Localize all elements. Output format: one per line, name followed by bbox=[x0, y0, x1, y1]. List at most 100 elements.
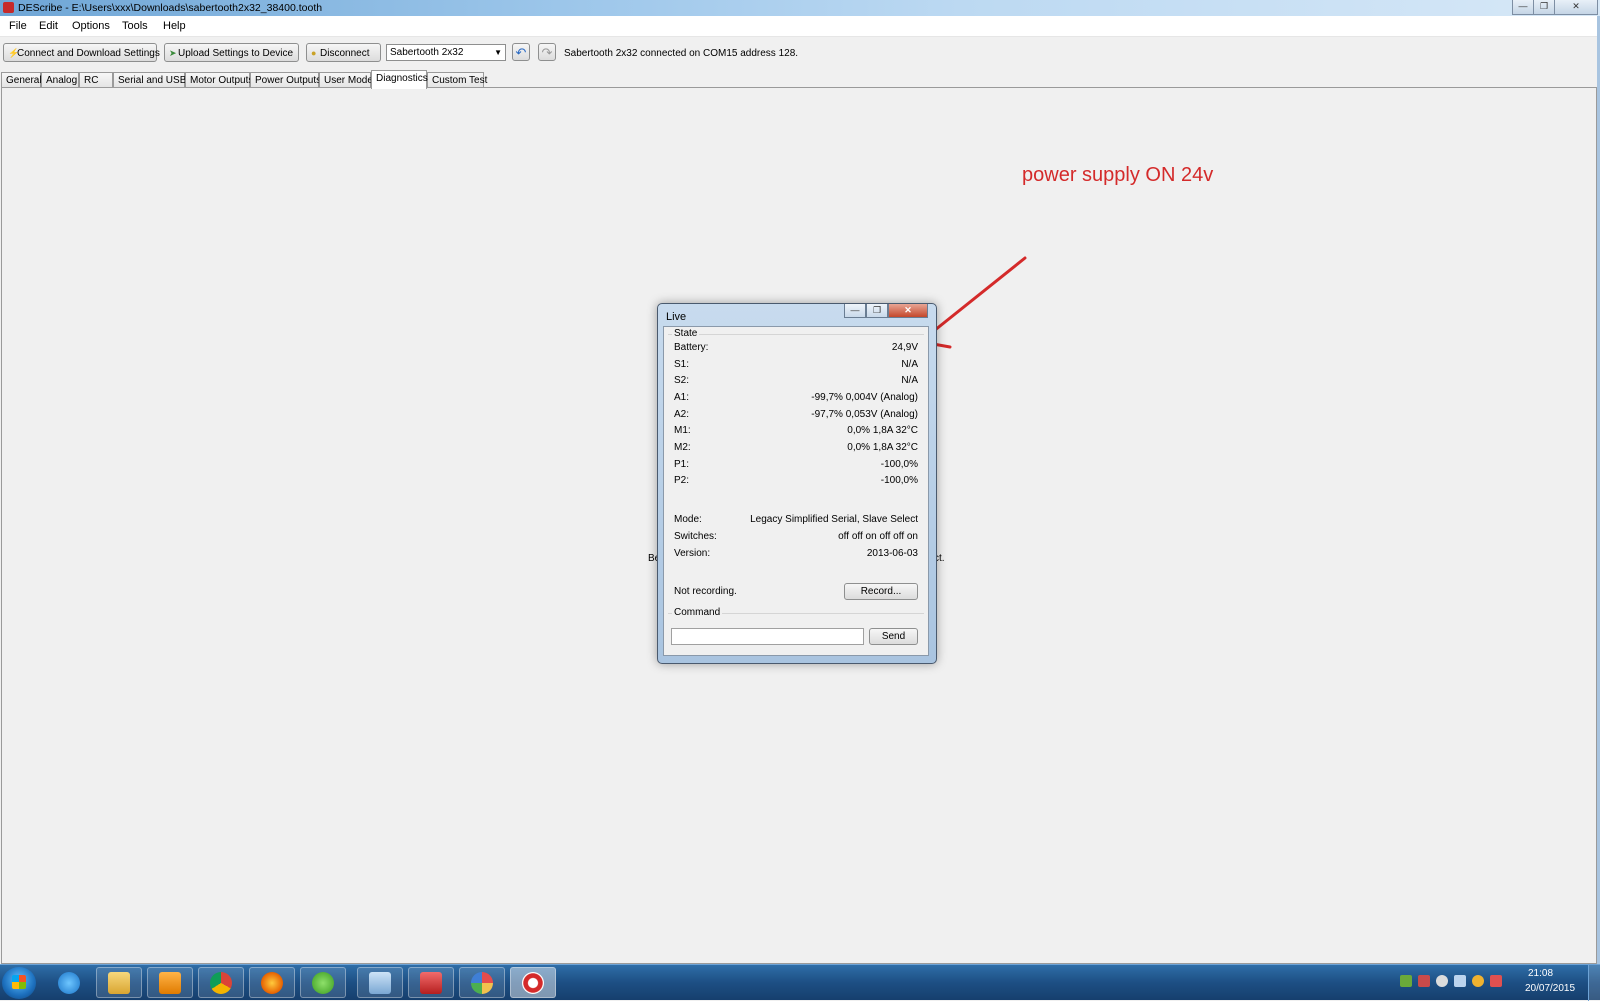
disconnect-icon: ● bbox=[311, 48, 317, 58]
state-group-label: State bbox=[672, 328, 700, 339]
toolbar: ⚡Connect and Download Settings ➤Upload S… bbox=[0, 37, 1600, 69]
s2-label: S2: bbox=[674, 375, 690, 386]
taskbar-app-explorer[interactable] bbox=[96, 967, 142, 998]
taskbar-app-chrome[interactable] bbox=[198, 967, 244, 998]
taskbar-app-toolbox[interactable] bbox=[408, 967, 454, 998]
taskbar-app-media-player[interactable] bbox=[147, 967, 193, 998]
taskbar-app-utorrent[interactable] bbox=[300, 967, 346, 998]
minimize-button[interactable]: — bbox=[1512, 0, 1534, 15]
tab-power-outputs[interactable]: Power Outputs bbox=[250, 72, 321, 88]
volume-icon[interactable] bbox=[1436, 975, 1448, 987]
nvidia-tray-icon[interactable] bbox=[1400, 975, 1412, 987]
upload-settings-button[interactable]: ➤Upload Settings to Device bbox=[164, 43, 299, 62]
live-dialog-title: Live bbox=[666, 311, 687, 323]
folder-icon bbox=[108, 971, 130, 994]
tab-analog[interactable]: Analog bbox=[41, 72, 79, 88]
shield-tray-icon[interactable] bbox=[1418, 975, 1430, 987]
switches-value: off off on off off on bbox=[838, 531, 918, 542]
close-button[interactable]: ✕ bbox=[1554, 0, 1598, 15]
undo-button[interactable]: ↶ bbox=[512, 43, 530, 61]
control-panel-icon bbox=[369, 971, 391, 994]
taskbar-app-paint[interactable] bbox=[459, 967, 505, 998]
version-label: Version: bbox=[674, 548, 711, 559]
update-tray-icon[interactable] bbox=[1472, 975, 1484, 987]
battery-value: 24,9V bbox=[891, 342, 918, 353]
m2-label: M2: bbox=[674, 442, 691, 453]
disconnect-button[interactable]: ● Disconnect bbox=[306, 43, 381, 62]
live-minimize-button[interactable]: — bbox=[844, 304, 866, 318]
windows-logo-icon bbox=[12, 975, 26, 989]
taskbar: 21:08 20/07/2015 bbox=[0, 964, 1600, 1001]
internet-explorer-icon bbox=[58, 971, 80, 994]
start-button[interactable] bbox=[2, 967, 36, 999]
a1-label: A1: bbox=[674, 392, 690, 403]
command-input[interactable] bbox=[671, 628, 864, 645]
live-close-button[interactable]: ✕ bbox=[888, 304, 928, 318]
connect-download-button[interactable]: ⚡Connect and Download Settings bbox=[3, 43, 160, 62]
media-player-icon bbox=[159, 971, 181, 994]
tab-rc[interactable]: RC bbox=[79, 72, 113, 88]
menu-tools[interactable]: Tools bbox=[122, 20, 148, 32]
firefox-icon bbox=[261, 971, 283, 994]
s1-value: N/A bbox=[901, 359, 918, 370]
upload-icon: ➤ bbox=[169, 48, 177, 58]
tab-serial-usb[interactable]: Serial and USB bbox=[113, 72, 186, 88]
app-logo-icon bbox=[3, 2, 14, 13]
m1-value: 0,0% 1,8A 32°C bbox=[847, 425, 918, 436]
tab-diagnostics[interactable]: Diagnostics bbox=[371, 70, 428, 89]
tab-user-mode[interactable]: User Mode bbox=[319, 72, 373, 88]
a2-value: -97,7% 0,053V (Analog) bbox=[811, 409, 918, 420]
live-dialog-body: State Battery: 24,9V S1: N/A S2: N/A A1:… bbox=[663, 326, 929, 656]
window-title-bar: DEScribe - E:\Users\xxx\Downloads\sabert… bbox=[0, 0, 1600, 16]
p2-value: -100,0% bbox=[880, 475, 918, 486]
action-center-flag-icon[interactable] bbox=[1490, 975, 1502, 987]
mode-value: Legacy Simplified Serial, Slave Select bbox=[750, 514, 918, 525]
utorrent-icon bbox=[312, 971, 334, 994]
annotation-text: power supply ON 24v bbox=[1022, 164, 1214, 186]
s1-label: S1: bbox=[674, 359, 690, 370]
record-button[interactable]: Record... bbox=[844, 583, 918, 600]
live-dialog: Live — ❐ ✕ State Battery: 24,9V S1: N/A … bbox=[657, 303, 937, 664]
paint-icon bbox=[471, 971, 493, 994]
clock-date[interactable]: 20/07/2015 bbox=[1525, 983, 1575, 994]
a1-value: -99,7% 0,004V (Analog) bbox=[811, 392, 918, 403]
chevron-down-icon: ▼ bbox=[494, 48, 502, 57]
a2-label: A2: bbox=[674, 409, 690, 420]
recording-status: Not recording. bbox=[674, 586, 737, 597]
device-select[interactable]: Sabertooth 2x32 ▼ bbox=[386, 44, 506, 61]
menu-bar: File Edit Options Tools Help bbox=[0, 16, 1600, 37]
menu-help[interactable]: Help bbox=[163, 20, 186, 32]
system-tray bbox=[1400, 975, 1502, 991]
describe-app-icon bbox=[522, 971, 544, 994]
chrome-icon bbox=[210, 971, 232, 994]
tab-motor-outputs[interactable]: Motor Outputs bbox=[185, 72, 253, 88]
show-desktop-button[interactable] bbox=[1588, 965, 1600, 1001]
taskbar-app-internet-explorer[interactable] bbox=[46, 967, 92, 998]
battery-label: Battery: bbox=[674, 342, 709, 353]
redo-button[interactable]: ↷ bbox=[538, 43, 556, 61]
menu-edit[interactable]: Edit bbox=[39, 20, 58, 32]
connect-icon: ⚡ bbox=[8, 48, 20, 58]
menu-options[interactable]: Options bbox=[72, 20, 110, 32]
window-title: DEScribe - E:\Users\xxx\Downloads\sabert… bbox=[18, 2, 323, 14]
m2-value: 0,0% 1,8A 32°C bbox=[847, 442, 918, 453]
clock-time[interactable]: 21:08 bbox=[1528, 968, 1553, 979]
tab-custom-test[interactable]: Custom Test bbox=[427, 72, 487, 88]
network-icon[interactable] bbox=[1454, 975, 1466, 987]
send-button[interactable]: Send bbox=[869, 628, 918, 645]
menu-file[interactable]: File bbox=[9, 20, 27, 32]
tab-general[interactable]: General bbox=[1, 72, 42, 88]
command-group-label: Command bbox=[672, 607, 723, 618]
s2-value: N/A bbox=[901, 375, 918, 386]
toolbox-icon bbox=[420, 971, 442, 994]
taskbar-app-describe[interactable] bbox=[510, 967, 556, 998]
p1-value: -100,0% bbox=[880, 459, 918, 470]
p2-label: P2: bbox=[674, 475, 690, 486]
state-group-border bbox=[668, 334, 924, 335]
switches-label: Switches: bbox=[674, 531, 717, 542]
live-maximize-button[interactable]: ❐ bbox=[866, 304, 888, 318]
taskbar-app-control-panel[interactable] bbox=[357, 967, 403, 998]
p1-label: P1: bbox=[674, 459, 690, 470]
restore-button[interactable]: ❐ bbox=[1533, 0, 1555, 15]
taskbar-app-firefox[interactable] bbox=[249, 967, 295, 998]
